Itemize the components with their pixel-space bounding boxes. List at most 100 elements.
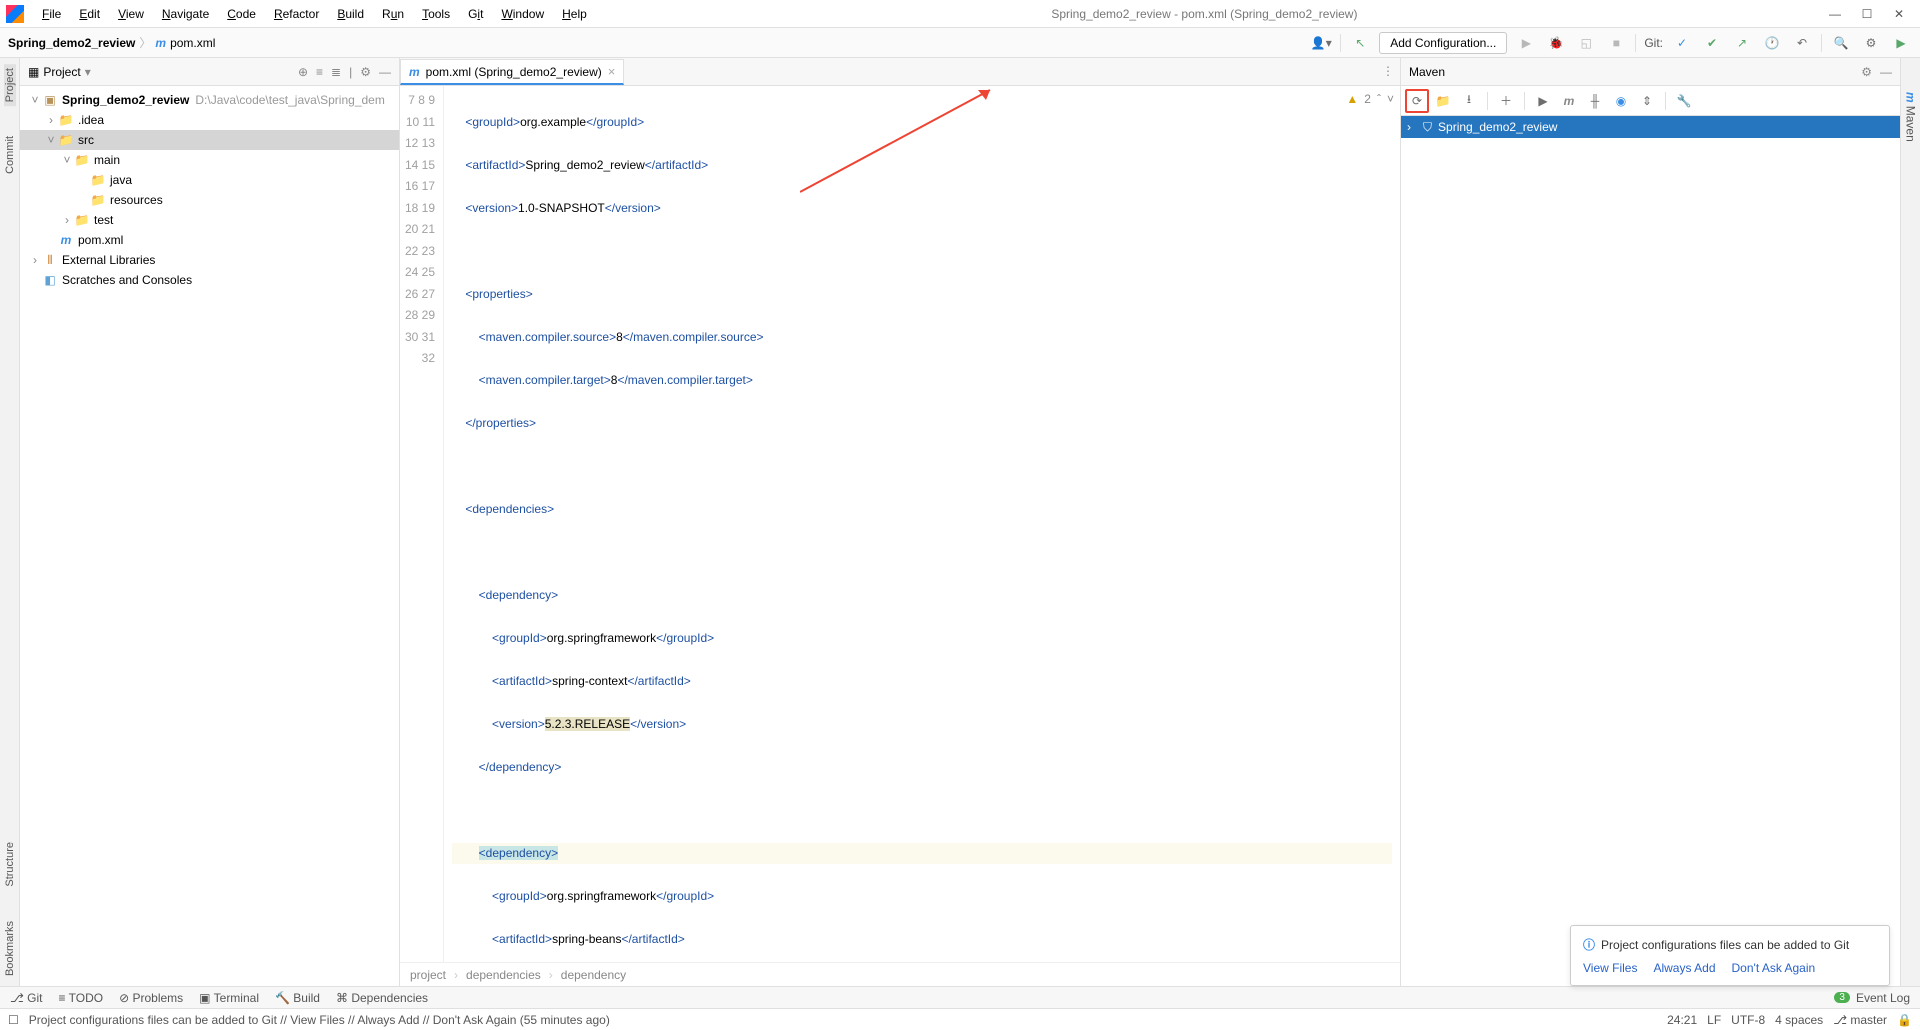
code-editor[interactable]: ▲2ˆ˅ 7 8 9 10 11 12 13 14 15 16 17 18 19… (400, 86, 1400, 962)
collapse-all-icon[interactable]: ≣ (331, 65, 341, 79)
run-icon[interactable]: ▶ (1531, 89, 1555, 113)
wrench-icon[interactable]: 🔧 (1672, 89, 1696, 113)
reload-icon[interactable]: ⟳ (1405, 89, 1429, 113)
tab-bookmarks[interactable]: Bookmarks (4, 917, 16, 980)
gear-icon[interactable]: ⚙ (360, 65, 371, 79)
tree-src[interactable]: ˅📁src (20, 130, 399, 150)
lock-icon[interactable]: 🔒 (1897, 1013, 1912, 1027)
user-icon[interactable]: 👤▾ (1310, 32, 1332, 54)
tab-structure[interactable]: Structure (4, 838, 16, 891)
menu-help[interactable]: Help (554, 4, 595, 24)
status-icon[interactable]: ☐ (8, 1013, 19, 1027)
run-icon[interactable]: ▶ (1515, 32, 1537, 54)
maven-tree[interactable]: › ⛉ Spring_demo2_review (1401, 116, 1900, 986)
menu-view[interactable]: View (110, 4, 152, 24)
tree-external-libs[interactable]: ›⫴External Libraries (20, 250, 399, 270)
tree-main[interactable]: ˅📁main (20, 150, 399, 170)
git-rollback-icon[interactable]: ↶ (1791, 32, 1813, 54)
link-view-files[interactable]: View Files (1583, 961, 1637, 975)
tree-idea[interactable]: ›📁.idea (20, 110, 399, 130)
run-config-selector[interactable]: Add Configuration... (1379, 32, 1507, 54)
link-dont-ask[interactable]: Don't Ask Again (1732, 961, 1816, 975)
menu-file[interactable]: File (34, 4, 69, 24)
bc-dep[interactable]: dependency (561, 968, 626, 982)
run-anything-icon[interactable]: ▶ (1890, 32, 1912, 54)
status-branch[interactable]: ⎇ master (1833, 1013, 1887, 1027)
git-history-icon[interactable]: 🕐 (1761, 32, 1783, 54)
search-icon[interactable]: 🔍 (1830, 32, 1852, 54)
tool-todo[interactable]: ≡ TODO (59, 991, 104, 1005)
coverage-icon[interactable]: ◱ (1575, 32, 1597, 54)
project-panel-title[interactable]: Project (43, 65, 80, 79)
maven-m-icon[interactable]: m (1557, 89, 1581, 113)
inspection-widget[interactable]: ▲2ˆ˅ (1346, 92, 1394, 106)
tool-problems[interactable]: ⊘ Problems (119, 991, 183, 1005)
maven-project-row[interactable]: › ⛉ Spring_demo2_review (1401, 116, 1900, 138)
menu-edit[interactable]: Edit (71, 4, 108, 24)
title-bar: File Edit View Navigate Code Refactor Bu… (0, 0, 1920, 28)
collapse-icon[interactable]: ⇕ (1635, 89, 1659, 113)
stop-icon[interactable]: ■ (1605, 32, 1627, 54)
status-line-sep[interactable]: LF (1707, 1013, 1721, 1027)
status-position[interactable]: 24:21 (1667, 1013, 1697, 1027)
chevron-down-icon[interactable]: ▾ (85, 65, 91, 79)
code-content[interactable]: <groupId>org.example</groupId> <artifact… (444, 86, 1400, 962)
crumb-file[interactable]: pom.xml (170, 36, 215, 50)
maximize-icon[interactable]: ☐ (1860, 7, 1874, 21)
hide-icon[interactable]: — (379, 65, 391, 79)
tool-build[interactable]: 🔨 Build (275, 991, 320, 1005)
notification-popup: ⓘProject configurations files can be add… (1570, 925, 1890, 986)
tree-root[interactable]: ˅▣Spring_demo2_reviewD:\Java\code\test_j… (20, 90, 399, 110)
tab-more-icon[interactable]: ⋮ (1382, 64, 1394, 78)
bc-deps[interactable]: dependencies (466, 968, 541, 982)
maven-panel-title: Maven (1409, 65, 1445, 79)
bc-project[interactable]: project (410, 968, 446, 982)
git-update-icon[interactable]: ✓ (1671, 32, 1693, 54)
link-always-add[interactable]: Always Add (1653, 961, 1715, 975)
toggle-skip-tests-icon[interactable]: ◉ (1609, 89, 1633, 113)
tab-pom-xml[interactable]: m pom.xml (Spring_demo2_review) × (400, 59, 624, 85)
debug-icon[interactable]: 🐞 (1545, 32, 1567, 54)
status-indent[interactable]: 4 spaces (1775, 1013, 1823, 1027)
close-tab-icon[interactable]: × (608, 64, 616, 79)
close-icon[interactable]: ✕ (1892, 7, 1906, 21)
expand-all-icon[interactable]: ≡ (316, 65, 323, 79)
minimize-icon[interactable]: — (1828, 7, 1842, 21)
tree-pom[interactable]: mpom.xml (20, 230, 399, 250)
settings-icon[interactable]: ⚙ (1860, 32, 1882, 54)
tab-project[interactable]: Project (4, 64, 16, 106)
tree-test[interactable]: ›📁test (20, 210, 399, 230)
status-encoding[interactable]: UTF-8 (1731, 1013, 1765, 1027)
tree-resources[interactable]: 📁resources (20, 190, 399, 210)
hide-icon[interactable]: — (1880, 65, 1892, 79)
menu-tools[interactable]: Tools (414, 4, 458, 24)
maven-file-icon: m (409, 65, 420, 79)
tab-commit[interactable]: Commit (4, 132, 16, 178)
tree-java[interactable]: 📁java (20, 170, 399, 190)
menu-run[interactable]: Run (374, 4, 412, 24)
locate-icon[interactable]: ⊕ (298, 65, 308, 79)
crumb-project[interactable]: Spring_demo2_review (8, 36, 135, 50)
add-icon[interactable]: ＋ (1494, 89, 1518, 113)
toggle-offline-icon[interactable]: ╫ (1583, 89, 1607, 113)
tool-git[interactable]: ⎇ Git (10, 991, 43, 1005)
tree-scratches[interactable]: ◧Scratches and Consoles (20, 270, 399, 290)
tool-terminal[interactable]: ▣ Terminal (199, 991, 259, 1005)
navigation-bar: Spring_demo2_review 〉 m pom.xml 👤▾ ↖ Add… (0, 28, 1920, 58)
menu-build[interactable]: Build (329, 4, 372, 24)
project-tree[interactable]: ˅▣Spring_demo2_reviewD:\Java\code\test_j… (20, 86, 399, 986)
build-hammer-icon[interactable]: ↖ (1349, 32, 1371, 54)
gear-icon[interactable]: ⚙ (1861, 65, 1872, 79)
menu-window[interactable]: Window (493, 4, 552, 24)
menu-code[interactable]: Code (219, 4, 264, 24)
menu-navigate[interactable]: Navigate (154, 4, 217, 24)
tool-dependencies[interactable]: ⌘ Dependencies (336, 991, 428, 1005)
tool-event-log[interactable]: Event Log (1856, 991, 1910, 1005)
menu-refactor[interactable]: Refactor (266, 4, 327, 24)
menu-git[interactable]: Git (460, 4, 491, 24)
generate-sources-icon[interactable]: 📁 (1431, 89, 1455, 113)
download-sources-icon[interactable]: ⭳ (1457, 89, 1481, 113)
git-push-icon[interactable]: ↗ (1731, 32, 1753, 54)
git-commit-icon[interactable]: ✔ (1701, 32, 1723, 54)
tab-maven[interactable]: m Maven (1904, 88, 1918, 146)
